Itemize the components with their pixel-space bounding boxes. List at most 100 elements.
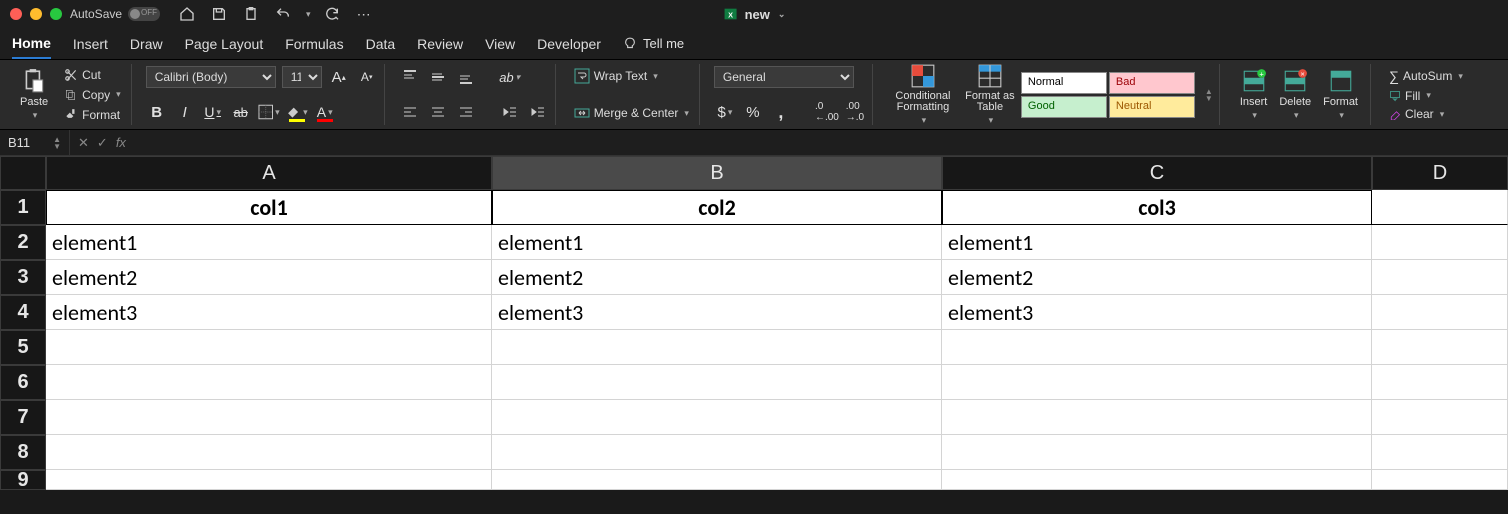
save-icon[interactable]	[208, 3, 230, 25]
cell-C9[interactable]	[942, 470, 1372, 490]
fill-button[interactable]: Fill▾	[1385, 87, 1467, 105]
tab-review[interactable]: Review	[417, 30, 463, 58]
home-icon[interactable]	[176, 3, 198, 25]
cancel-formula-icon[interactable]: ✕	[78, 135, 89, 151]
cell-C4[interactable]: element3	[942, 295, 1372, 330]
cut-button[interactable]: Cut	[60, 66, 125, 84]
currency-button[interactable]: $▾	[714, 101, 736, 123]
document-title[interactable]: X new ⌄	[723, 6, 786, 22]
clear-button[interactable]: Clear▾	[1385, 105, 1467, 123]
cell-B6[interactable]	[492, 365, 942, 400]
cell-C8[interactable]	[942, 435, 1372, 470]
cell-A6[interactable]	[46, 365, 492, 400]
cell-D9[interactable]	[1372, 470, 1508, 490]
formula-bar[interactable]	[134, 130, 1508, 155]
autosum-button[interactable]: ∑AutoSum▾	[1385, 66, 1467, 86]
cell-C2[interactable]: element1	[942, 225, 1372, 260]
autosave-switch[interactable]	[128, 7, 160, 21]
number-format-select[interactable]: General	[714, 66, 854, 88]
cell-D8[interactable]	[1372, 435, 1508, 470]
cell-A8[interactable]	[46, 435, 492, 470]
tab-view[interactable]: View	[485, 30, 515, 58]
cell-C3[interactable]: element2	[942, 260, 1372, 295]
col-header-D[interactable]: D	[1372, 156, 1508, 190]
bold-button[interactable]: B	[146, 101, 168, 123]
col-header-B[interactable]: B	[492, 156, 942, 190]
row-header-5[interactable]: 5	[0, 330, 46, 365]
cell-A2[interactable]: element1	[46, 225, 492, 260]
cell-C1[interactable]: col3	[942, 190, 1372, 225]
cell-D5[interactable]	[1372, 330, 1508, 365]
cell-C5[interactable]	[942, 330, 1372, 365]
orientation-button[interactable]: ab▾	[499, 66, 521, 88]
increase-decimal-icon[interactable]: .0←.00	[816, 101, 838, 123]
undo-dropdown[interactable]: ▾	[306, 9, 311, 20]
format-cells-button[interactable]: Format▾	[1317, 66, 1364, 123]
col-header-C[interactable]: C	[942, 156, 1372, 190]
close-window-button[interactable]	[10, 8, 22, 20]
styles-scroll[interactable]: ▲▼	[1205, 88, 1213, 102]
cell-A5[interactable]	[46, 330, 492, 365]
align-bottom-icon[interactable]	[455, 66, 477, 88]
increase-indent-icon[interactable]	[527, 101, 549, 123]
enter-formula-icon[interactable]: ✓	[97, 135, 108, 151]
style-bad[interactable]: Bad	[1109, 72, 1195, 94]
wrap-text-button[interactable]: Wrap Text▾	[570, 66, 693, 86]
style-normal[interactable]: Normal	[1021, 72, 1107, 94]
tab-formulas[interactable]: Formulas	[285, 30, 343, 58]
row-header-3[interactable]: 3	[0, 260, 46, 295]
style-neutral[interactable]: Neutral	[1109, 96, 1195, 118]
cell-A4[interactable]: element3	[46, 295, 492, 330]
shrink-font-icon[interactable]: A▾	[356, 66, 378, 88]
underline-button[interactable]: U▾	[202, 101, 224, 123]
cell-B4[interactable]: element3	[492, 295, 942, 330]
clipboard-icon[interactable]	[240, 3, 262, 25]
paste-button[interactable]: Paste ▾	[14, 66, 54, 123]
format-painter-button[interactable]: Format	[60, 106, 125, 124]
cell-C6[interactable]	[942, 365, 1372, 400]
tab-insert[interactable]: Insert	[73, 30, 108, 58]
row-header-8[interactable]: 8	[0, 435, 46, 470]
percent-button[interactable]: %	[742, 101, 764, 123]
cell-D6[interactable]	[1372, 365, 1508, 400]
cell-A1[interactable]: col1	[46, 190, 492, 225]
cell-D1[interactable]	[1372, 190, 1508, 225]
tab-developer[interactable]: Developer	[537, 30, 601, 58]
format-as-table-button[interactable]: Format as Table▾	[959, 61, 1021, 128]
decrease-decimal-icon[interactable]: .00→.0	[844, 101, 866, 123]
align-middle-icon[interactable]	[427, 66, 449, 88]
font-name-select[interactable]: Calibri (Body)	[146, 66, 276, 88]
insert-cells-button[interactable]: +Insert▾	[1234, 66, 1274, 123]
strikethrough-button[interactable]: ab	[230, 101, 252, 123]
conditional-formatting-button[interactable]: Conditional Formatting▾	[887, 61, 959, 128]
row-header-9[interactable]: 9	[0, 470, 46, 490]
name-box[interactable]: B11▲▼	[0, 130, 70, 155]
cell-D3[interactable]	[1372, 260, 1508, 295]
minimize-window-button[interactable]	[30, 8, 42, 20]
col-header-A[interactable]: A	[46, 156, 492, 190]
cell-B5[interactable]	[492, 330, 942, 365]
merge-center-button[interactable]: Merge & Center▾	[570, 103, 693, 123]
row-header-1[interactable]: 1	[0, 190, 46, 225]
row-header-7[interactable]: 7	[0, 400, 46, 435]
cell-B3[interactable]: element2	[492, 260, 942, 295]
cell-B9[interactable]	[492, 470, 942, 490]
align-left-icon[interactable]	[399, 101, 421, 123]
undo-icon[interactable]	[272, 3, 294, 25]
tab-data[interactable]: Data	[366, 30, 396, 58]
font-color-button[interactable]: A▾	[314, 101, 336, 123]
cell-B8[interactable]	[492, 435, 942, 470]
font-size-select[interactable]: 11	[282, 66, 322, 88]
grow-font-icon[interactable]: A▴	[328, 66, 350, 88]
cell-D2[interactable]	[1372, 225, 1508, 260]
cell-D7[interactable]	[1372, 400, 1508, 435]
cell-B7[interactable]	[492, 400, 942, 435]
tab-draw[interactable]: Draw	[130, 30, 163, 58]
tell-me[interactable]: Tell me	[623, 36, 684, 51]
style-good[interactable]: Good	[1021, 96, 1107, 118]
delete-cells-button[interactable]: ×Delete▾	[1273, 66, 1317, 123]
cell-A3[interactable]: element2	[46, 260, 492, 295]
select-all-corner[interactable]	[0, 156, 46, 190]
autosave-toggle[interactable]: AutoSave	[70, 7, 160, 21]
cell-C7[interactable]	[942, 400, 1372, 435]
